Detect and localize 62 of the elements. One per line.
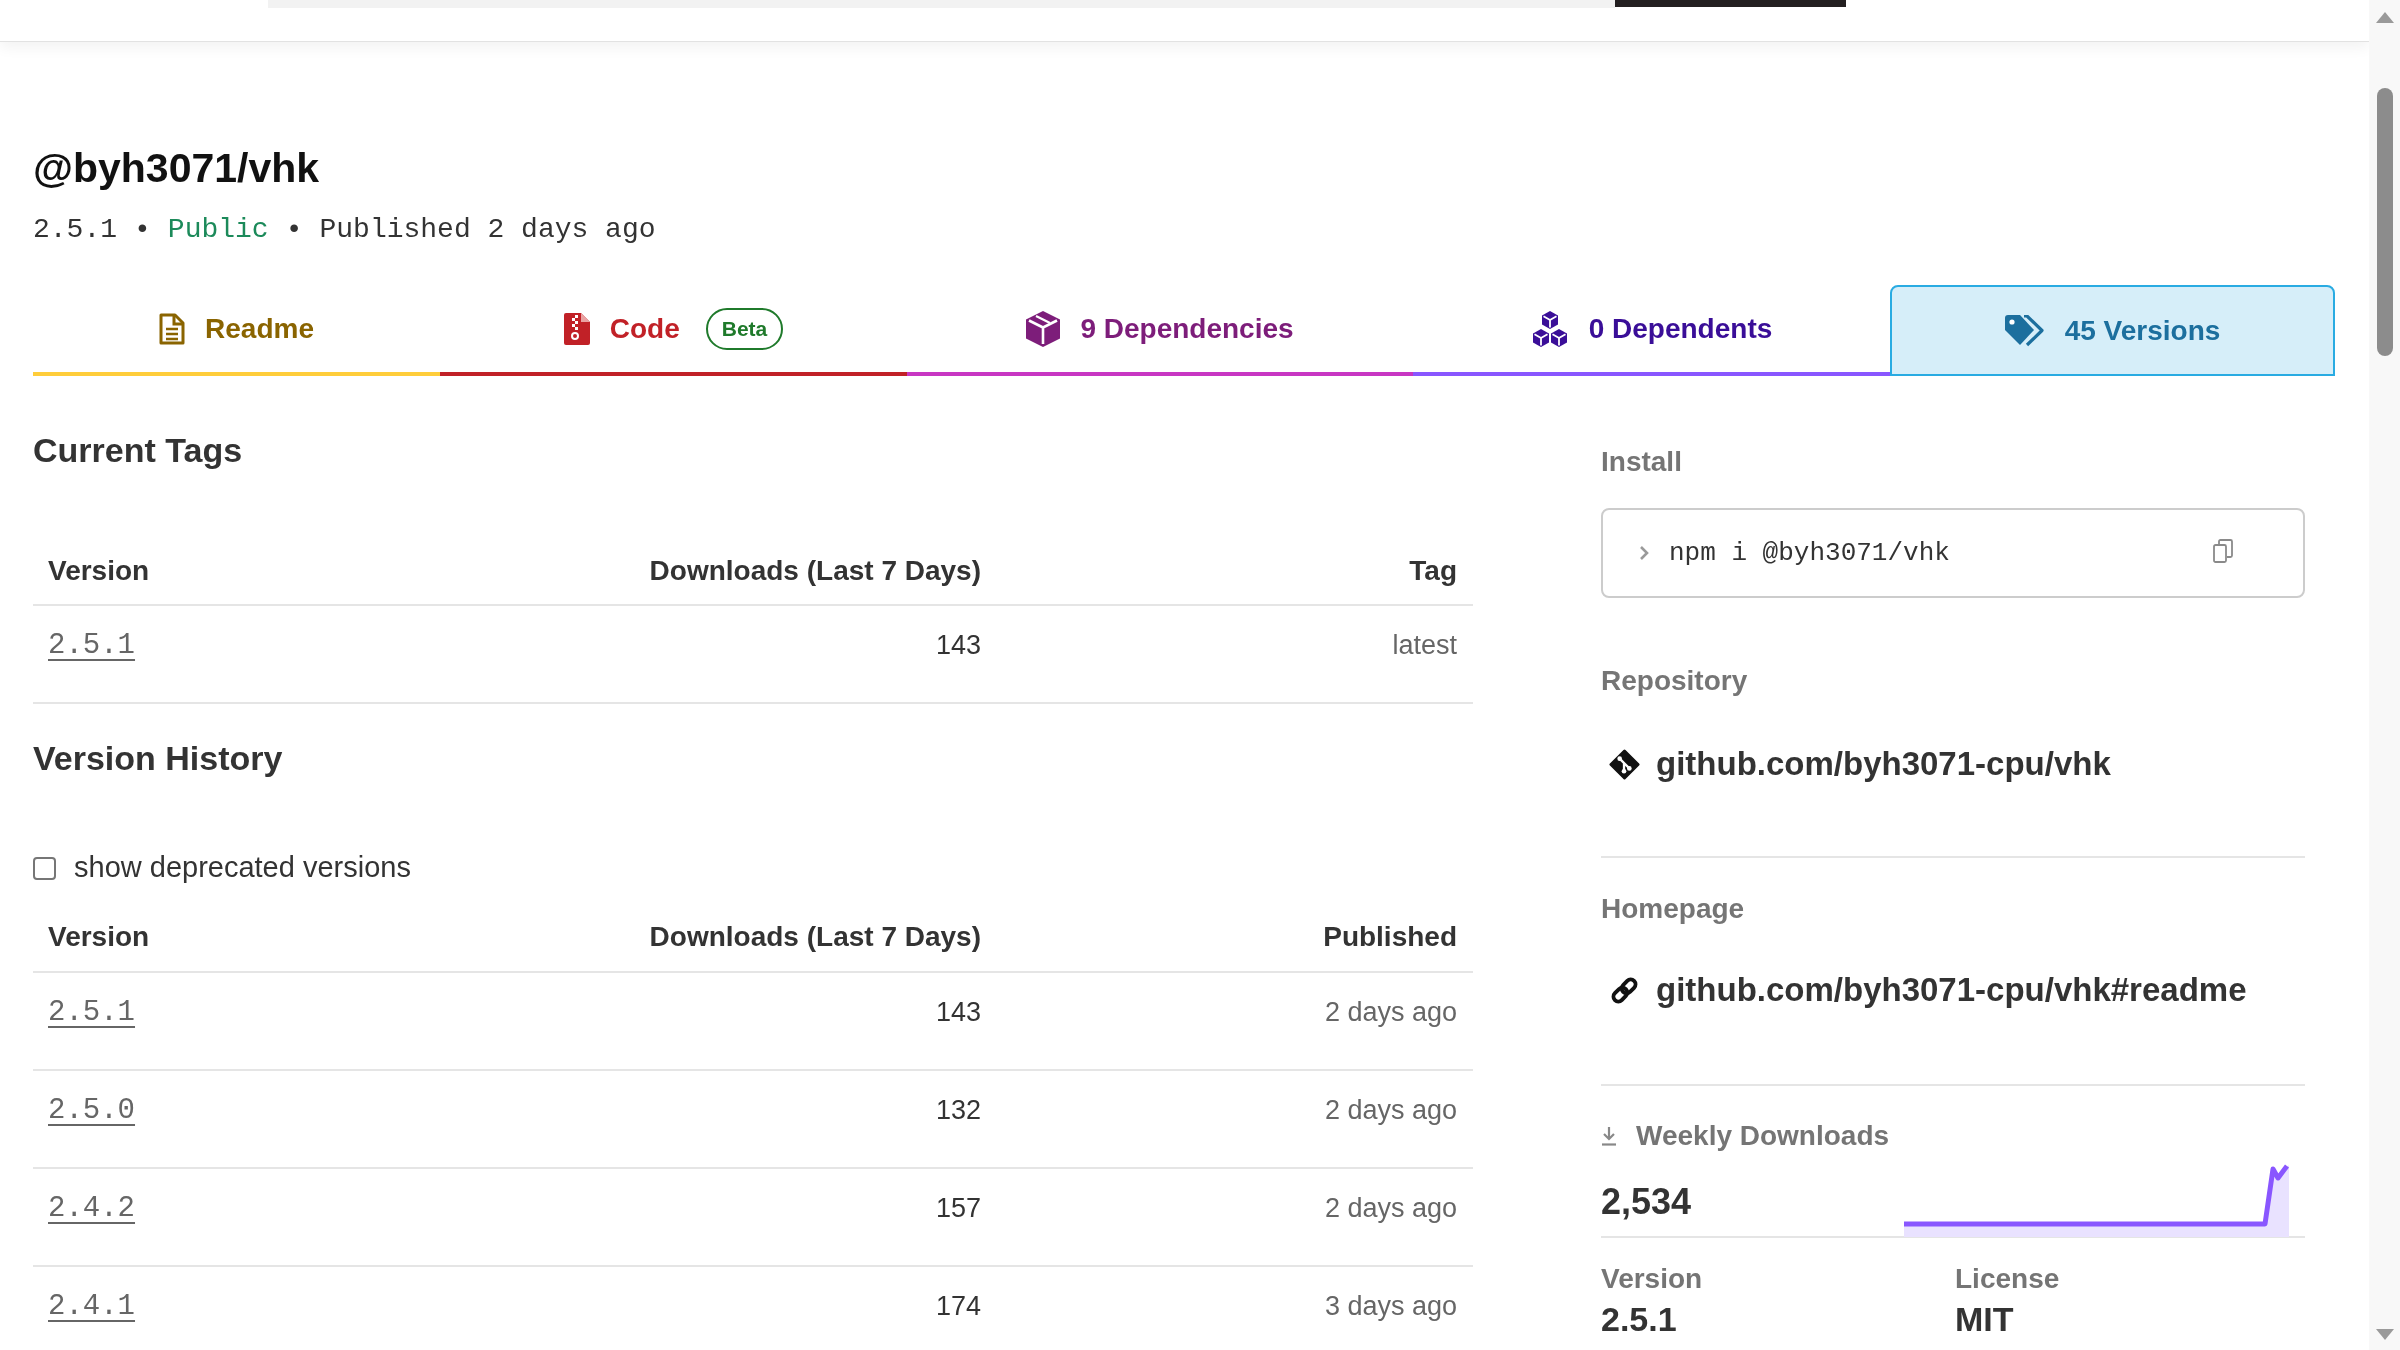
section-label: Weekly Downloads xyxy=(1636,1119,1890,1153)
checkbox-label: show deprecated versions xyxy=(74,850,411,886)
section-label: Repository xyxy=(1601,664,1748,698)
table-cell-text: 143 xyxy=(935,629,981,663)
status-badge: Beta xyxy=(705,307,784,350)
tab[interactable]: 45 Versions xyxy=(1890,285,2335,376)
detail-value: MIT xyxy=(1955,1300,2014,1338)
chevron-right-icon xyxy=(1639,545,1649,561)
scrollbar-thumb[interactable] xyxy=(2376,88,2393,356)
table-cell-text: 174 xyxy=(935,1290,981,1324)
visibility-label: Public xyxy=(167,213,269,247)
section-label: Install xyxy=(1601,445,1682,479)
section-heading: Version History xyxy=(33,738,283,779)
table-cell-text: latest xyxy=(1392,629,1457,663)
table-cell-text: 132 xyxy=(935,1094,981,1128)
detail-value: 2.5.1 xyxy=(1601,1300,1677,1338)
package-title: @byh3071/vhk xyxy=(33,144,320,192)
copy-icon[interactable] xyxy=(2213,539,2233,563)
scrollbar[interactable] xyxy=(2369,0,2400,1350)
detail-label: License xyxy=(1955,1262,2060,1296)
table-cell-text: 2 days ago xyxy=(1324,1094,1457,1128)
document-icon xyxy=(159,312,186,345)
section-heading: Current Tags xyxy=(33,430,243,471)
version-link[interactable]: 2.5.1 xyxy=(48,623,135,668)
meta-text: Published 2 days ago xyxy=(319,213,656,247)
tab[interactable]: Readme xyxy=(33,285,440,376)
column-header: Downloads (Last 7 Days) xyxy=(649,920,981,954)
section-label: Homepage xyxy=(1601,892,1745,926)
tab[interactable]: 9 Dependencies xyxy=(907,285,1413,376)
table-cell-text: 143 xyxy=(935,996,981,1030)
detail-label: Version xyxy=(1601,1262,1703,1296)
version-link[interactable]: 2.4.2 xyxy=(48,1186,135,1231)
column-header: Published xyxy=(1323,920,1457,954)
down-arrow-icon[interactable] xyxy=(2375,1329,2394,1340)
tags-icon xyxy=(2004,314,2045,347)
download-count: 2,534 xyxy=(1601,1180,1692,1224)
cubes-icon xyxy=(1530,310,1569,347)
zip-file-icon xyxy=(563,312,590,345)
homepage-link[interactable]: github.com/byh3071-cpu/vhk#readme xyxy=(1609,965,2247,1015)
version-link[interactable]: 2.5.0 xyxy=(48,1088,135,1133)
repository-link[interactable]: github.com/byh3071-cpu/vhk xyxy=(1609,739,2111,789)
column-header: Downloads (Last 7 Days) xyxy=(649,554,981,588)
meta-text: 2.5.1 xyxy=(33,213,117,247)
checkbox[interactable] xyxy=(33,856,56,880)
column-header: Tag xyxy=(1409,554,1457,588)
tab[interactable]: Code Beta xyxy=(440,285,907,376)
git-icon xyxy=(1609,748,1640,780)
search-field[interactable] xyxy=(268,0,1615,8)
install-command: npm i @byh3071/vhk xyxy=(1669,536,1950,570)
column-header: Version xyxy=(48,554,150,588)
table-cell-text: 157 xyxy=(935,1192,981,1226)
table-cell-text: 2 days ago xyxy=(1324,1192,1457,1226)
download-icon xyxy=(1601,1126,1617,1146)
table-cell-text: 2 days ago xyxy=(1324,996,1457,1030)
column-header: Version xyxy=(48,920,150,954)
table-cell-text: 3 days ago xyxy=(1324,1290,1457,1324)
cube-icon xyxy=(1026,310,1061,347)
up-arrow-icon[interactable] xyxy=(2375,12,2394,23)
version-link[interactable]: 2.5.1 xyxy=(48,990,135,1035)
bullet-separator: • xyxy=(134,213,151,247)
version-link[interactable]: 2.4.1 xyxy=(48,1284,135,1329)
bullet-separator: • xyxy=(285,213,303,247)
